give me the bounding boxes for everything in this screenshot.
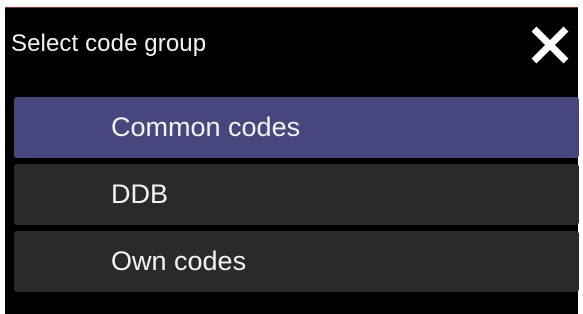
close-icon (531, 26, 569, 64)
close-button[interactable] (529, 24, 571, 66)
select-code-group-dialog: Select code group Common codes DDB Own c… (5, 7, 579, 314)
code-group-item-common-codes[interactable]: Common codes (14, 97, 579, 158)
code-group-item-own-codes[interactable]: Own codes (14, 231, 579, 292)
code-group-item-ddb[interactable]: DDB (14, 164, 579, 225)
dialog-title: Select code group (11, 30, 207, 57)
code-group-list: Common codes DDB Own codes (14, 97, 579, 298)
